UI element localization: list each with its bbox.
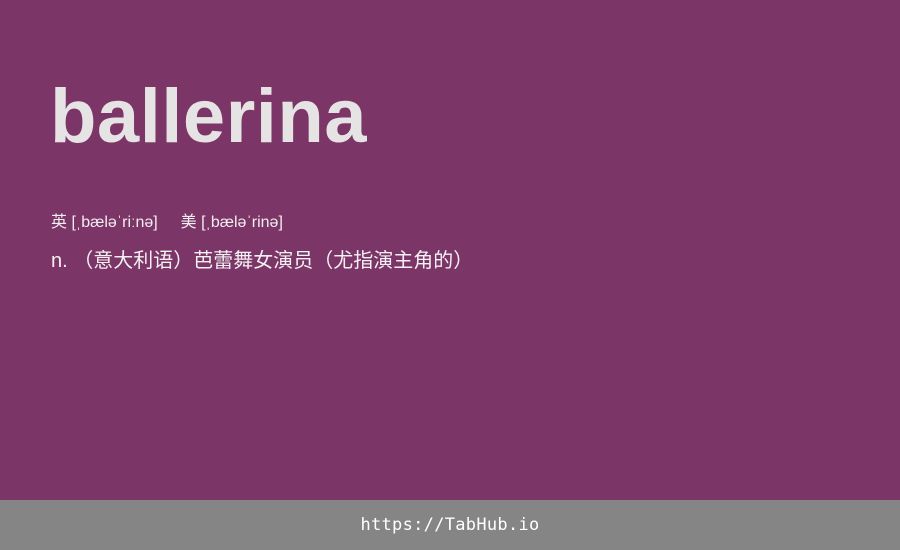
us-pronunciation: [ˌbæləˈrinə] [201, 214, 283, 231]
us-label: 美 [180, 214, 197, 231]
footer-bar: https://TabHub.io [0, 500, 900, 550]
uk-label: 英 [51, 214, 68, 231]
phonetics-line: 英 [ˌbæləˈriːnə] 美 [ˌbæləˈrinə] [51, 212, 283, 234]
uk-pronunciation: [ˌbæləˈriːnə] [71, 214, 158, 231]
word-card: ballerina 英 [ˌbæləˈriːnə] 美 [ˌbæləˈrinə]… [0, 0, 900, 500]
headword: ballerina [50, 74, 368, 159]
definition-text: n. （意大利语）芭蕾舞女演员（尤指演主角的） [51, 250, 474, 272]
tabhub-link[interactable]: https://TabHub.io [360, 515, 539, 535]
